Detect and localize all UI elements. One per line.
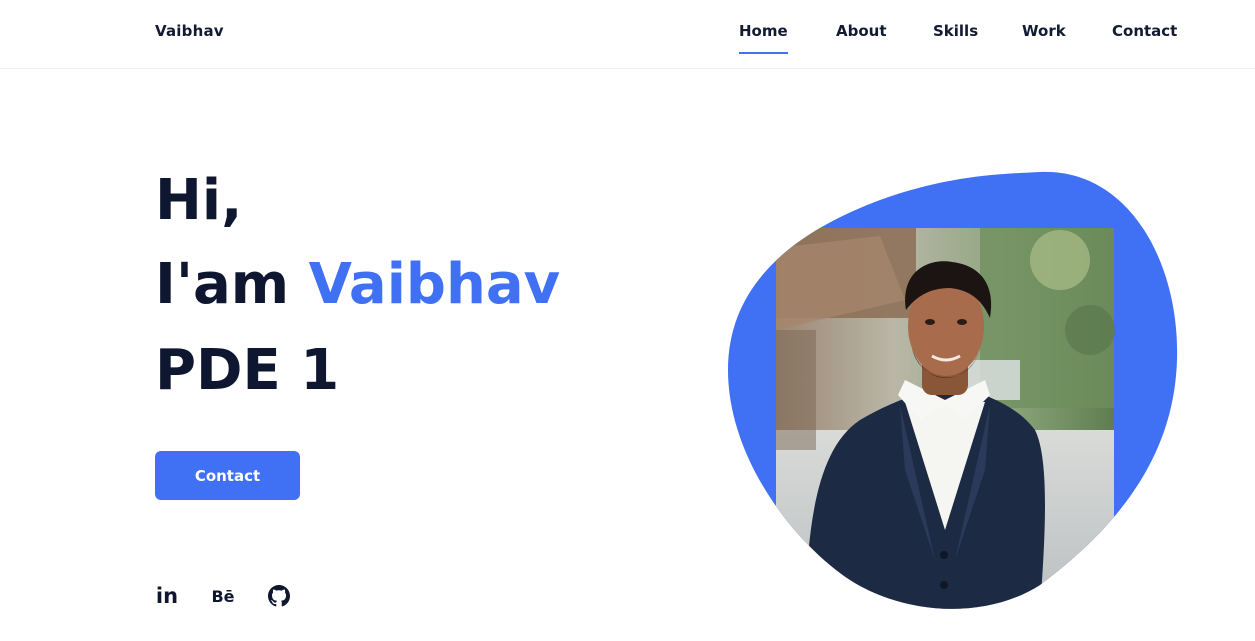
behance-icon: Bē	[211, 586, 235, 606]
github-link[interactable]	[266, 582, 292, 610]
nav-work-link[interactable]: Work	[1022, 22, 1066, 40]
hero-role: PDE 1	[155, 338, 340, 403]
contact-button[interactable]: Contact	[155, 451, 300, 500]
nav-home-link[interactable]: Home	[739, 22, 788, 54]
nav-about-link[interactable]: About	[836, 22, 887, 40]
nav-skills-link[interactable]: Skills	[933, 22, 978, 40]
hero-greeting: Hi,	[155, 168, 243, 233]
nav-contact-link[interactable]: Contact	[1112, 22, 1177, 40]
hero-intro-prefix: I'am	[155, 252, 309, 317]
profile-image	[728, 171, 1178, 609]
linkedin-icon: in	[155, 584, 179, 608]
github-icon	[268, 585, 290, 607]
site-logo[interactable]: Vaibhav	[155, 22, 224, 40]
linkedin-link[interactable]: in	[153, 582, 181, 610]
behance-link[interactable]: Bē	[208, 582, 238, 610]
site-header: Vaibhav Home About Skills Work Contact	[0, 0, 1255, 69]
hero-intro: I'am Vaibhav	[155, 252, 560, 317]
hero-name: Vaibhav	[308, 252, 561, 317]
photo	[776, 228, 1115, 609]
